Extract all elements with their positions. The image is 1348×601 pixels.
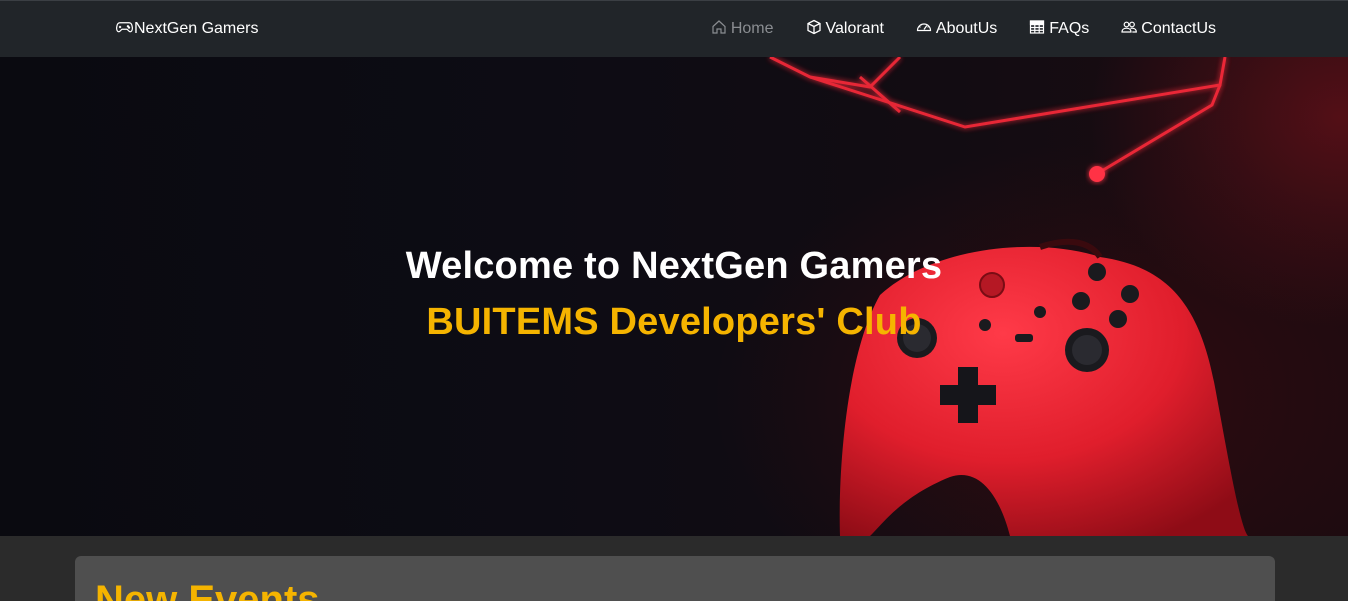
nav-link-aboutus[interactable]: AboutUs: [916, 19, 997, 39]
events-section: New Events: [75, 556, 1275, 601]
brand-label: NextGen Gamers: [134, 20, 259, 37]
nav-link-valorant[interactable]: Valorant: [806, 19, 884, 39]
top-navbar: NextGen Gamers Home Valorant AboutUs FAQ…: [0, 0, 1348, 57]
nav-link-label: FAQs: [1049, 20, 1090, 37]
nav-link-label: Home: [730, 20, 774, 37]
hero-background-image: [769, 57, 1248, 536]
hero-title: Welcome to NextGen Gamers: [405, 245, 943, 287]
house-icon: [711, 19, 731, 40]
brand-link[interactable]: NextGen Gamers: [116, 19, 258, 39]
nav-link-contactus[interactable]: ContactUs: [1121, 19, 1216, 39]
nav-link-label: AboutUs: [935, 20, 998, 37]
nav-link-home[interactable]: Home: [711, 19, 774, 39]
events-title: New Events: [95, 578, 320, 601]
nav-link-label: Valorant: [825, 20, 884, 37]
nav-link-label: ContactUs: [1141, 20, 1216, 37]
box-icon: [806, 19, 826, 40]
table-icon: [1029, 19, 1049, 40]
nav-link-faqs[interactable]: FAQs: [1029, 19, 1089, 39]
gamepad-icon: [116, 20, 134, 39]
hero-banner: Welcome to NextGen Gamers BUITEMS Develo…: [0, 57, 1348, 536]
hero-subtitle: BUITEMS Developers' Club: [426, 301, 922, 343]
people-icon: [1121, 19, 1141, 40]
nav-menu: Home Valorant AboutUs FAQs ContactUs: [711, 19, 1216, 39]
neon-lines: [769, 57, 1227, 174]
speedometer-icon: [916, 19, 936, 40]
